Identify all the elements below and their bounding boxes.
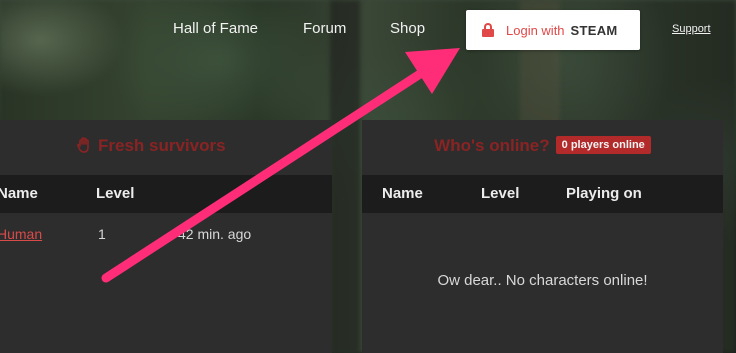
fresh-survivors-heading: Fresh survivors: [76, 136, 332, 156]
nav-shop[interactable]: Shop: [390, 20, 425, 37]
fresh-survivors-panel: Fresh survivors Name Level Human 1 42 mi…: [0, 120, 332, 353]
players-online-badge: 0 players online: [555, 136, 651, 154]
empty-online-message: Ow dear.. No characters online!: [437, 272, 648, 289]
column-header-name: Name: [0, 185, 38, 202]
support-link[interactable]: Support: [672, 23, 711, 35]
nav-forum[interactable]: Forum: [303, 20, 346, 37]
nav-hall-of-fame[interactable]: Hall of Fame: [173, 20, 258, 37]
table-header: Name Level Playing on: [362, 175, 723, 213]
column-header-playing-on: Playing on: [566, 185, 642, 202]
survivor-level: 1: [98, 226, 106, 242]
survivor-time: 42 min. ago: [178, 226, 252, 242]
column-header-name: Name: [382, 185, 423, 202]
survivor-name-link[interactable]: Human: [0, 226, 42, 242]
tree-trunk: [330, 0, 360, 353]
login-label: Login with: [506, 22, 565, 38]
whos-online-panel: Who's online? 0 players online Name Level…: [362, 120, 723, 353]
login-with-steam-button[interactable]: Login with STEAM: [466, 10, 640, 50]
column-header-level: Level: [481, 185, 520, 202]
steam-label: STEAM: [570, 22, 618, 38]
lock-icon: [482, 23, 494, 37]
whos-online-heading: Who's online? 0 players online: [362, 136, 723, 156]
column-header-level: Level: [96, 185, 135, 202]
table-header: Name Level: [0, 175, 332, 213]
raised-hand-icon: [77, 137, 89, 153]
fresh-survivors-title: Fresh survivors: [98, 136, 226, 155]
whos-online-title: Who's online?: [434, 136, 550, 155]
